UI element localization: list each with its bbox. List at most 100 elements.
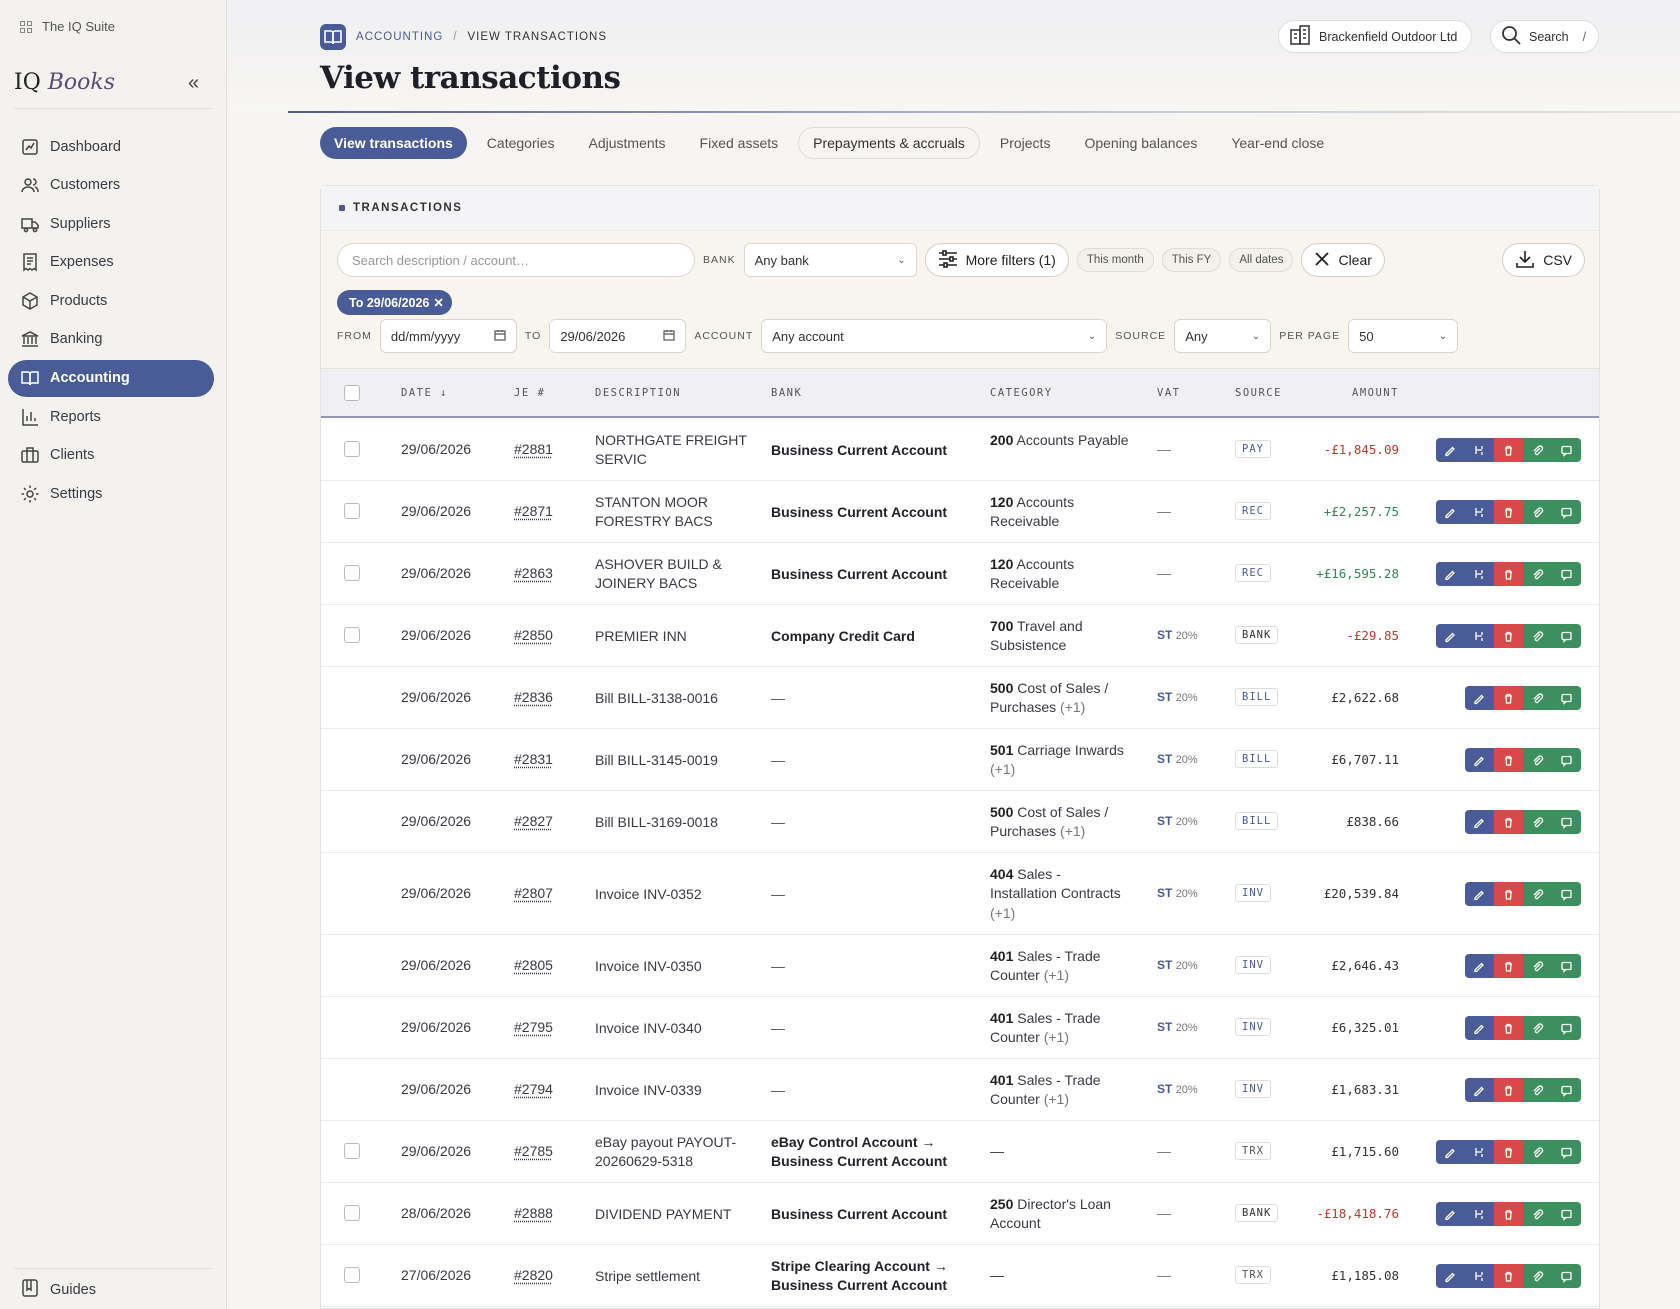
edit-icon[interactable] (1465, 748, 1494, 772)
split-icon[interactable] (1465, 624, 1494, 648)
row-checkbox[interactable] (344, 627, 360, 643)
comment-icon[interactable] (1552, 686, 1581, 710)
row-je-link[interactable]: #2881 (514, 441, 553, 457)
edit-icon[interactable] (1465, 810, 1494, 834)
table-row[interactable]: 29/06/2026 #2871 STANTON MOOR FORESTRY BAC… (321, 481, 1599, 543)
tab-year-end-close[interactable]: Year-end close (1217, 127, 1338, 159)
table-row[interactable]: 29/06/2026 #2831 Bill BILL-3145-0019 — 501 C… (321, 729, 1599, 791)
table-row[interactable]: 29/06/2026 #2863 ASHOVER BUILD & JOINERY B… (321, 543, 1599, 605)
per-page-select[interactable]: 50 ⌄ (1348, 319, 1459, 353)
sidebar-item-settings[interactable]: Settings (8, 475, 214, 512)
comment-icon[interactable] (1552, 1016, 1581, 1040)
table-row[interactable]: 27/06/2026 #2820 Stripe settlement Stripe C… (321, 1245, 1599, 1307)
split-icon[interactable] (1465, 1140, 1494, 1164)
sidebar-item-guides[interactable]: Guides (20, 1278, 96, 1302)
clear-filters-button[interactable]: Clear (1301, 243, 1385, 277)
quick-filter-this-month[interactable]: This month (1076, 248, 1154, 272)
attachment-icon[interactable] (1523, 624, 1552, 648)
row-je-link[interactable]: #2785 (514, 1143, 553, 1159)
account-select[interactable]: Any account ⌄ (761, 319, 1108, 353)
company-switcher[interactable]: Brackenfield Outdoor Ltd (1278, 20, 1473, 53)
from-date-input[interactable]: dd/mm/yyyy (379, 319, 517, 353)
attachment-icon[interactable] (1523, 500, 1552, 524)
edit-icon[interactable] (1436, 1140, 1465, 1164)
table-row[interactable]: 29/06/2026 #2807 Invoice INV-0352 — 404 Sale… (321, 853, 1599, 935)
quick-filter-this-fy[interactable]: This FY (1161, 248, 1222, 272)
row-je-link[interactable]: #2794 (514, 1081, 553, 1097)
row-je-link[interactable]: #2871 (514, 503, 553, 519)
attachment-icon[interactable] (1523, 1264, 1552, 1288)
edit-icon[interactable] (1436, 562, 1465, 586)
row-checkbox[interactable] (344, 441, 360, 457)
active-filter-chip[interactable]: To 29/06/2026 ✕ (337, 290, 452, 315)
suite-switcher[interactable]: The IQ Suite (20, 19, 115, 34)
breadcrumb-accounting[interactable]: ACCOUNTING (356, 31, 443, 43)
edit-icon[interactable] (1465, 1078, 1494, 1102)
split-icon[interactable] (1465, 1264, 1494, 1288)
table-row[interactable]: 29/06/2026 #2805 Invoice INV-0350 — 401 Sale… (321, 935, 1599, 997)
attachment-icon[interactable] (1523, 1016, 1552, 1040)
row-checkbox[interactable] (344, 503, 360, 519)
table-row[interactable]: 29/06/2026 #2836 Bill BILL-3138-0016 — 500 C… (321, 667, 1599, 729)
delete-icon[interactable] (1494, 1140, 1523, 1164)
source-select[interactable]: Any ⌄ (1174, 319, 1272, 353)
comment-icon[interactable] (1552, 1202, 1581, 1226)
comment-icon[interactable] (1552, 562, 1581, 586)
comment-icon[interactable] (1552, 882, 1581, 906)
delete-icon[interactable] (1494, 562, 1523, 586)
select-all-checkbox[interactable] (344, 385, 360, 401)
table-row[interactable]: 29/06/2026 #2785 eBay payout PAYOUT-202606… (321, 1121, 1599, 1183)
to-date-input[interactable]: 29/06/2026 (549, 319, 687, 353)
search-input[interactable]: Search description / account… (337, 243, 695, 277)
delete-icon[interactable] (1494, 686, 1523, 710)
comment-icon[interactable] (1552, 1078, 1581, 1102)
edit-icon[interactable] (1465, 686, 1494, 710)
edit-icon[interactable] (1465, 1016, 1494, 1040)
row-je-link[interactable]: #2820 (514, 1267, 553, 1283)
sidebar-item-customers[interactable]: Customers (8, 167, 214, 204)
row-checkbox[interactable] (344, 565, 360, 581)
sidebar-item-suppliers[interactable]: Suppliers (8, 205, 214, 242)
row-checkbox[interactable] (344, 1143, 360, 1159)
split-icon[interactable] (1465, 562, 1494, 586)
sidebar-item-banking[interactable]: Banking (8, 321, 214, 358)
tab-opening-balances[interactable]: Opening balances (1070, 127, 1211, 159)
comment-icon[interactable] (1552, 810, 1581, 834)
attachment-icon[interactable] (1523, 748, 1552, 772)
table-row[interactable]: 29/06/2026 #2881 NORTHGATE FREIGHT SERVIC B… (321, 419, 1599, 481)
csv-export-button[interactable]: CSV (1502, 243, 1585, 277)
row-je-link[interactable]: #2850 (514, 627, 553, 643)
sidebar-item-products[interactable]: Products (8, 282, 214, 319)
row-checkbox[interactable] (344, 1205, 360, 1221)
edit-icon[interactable] (1436, 1264, 1465, 1288)
row-je-link[interactable]: #2831 (514, 751, 553, 767)
delete-icon[interactable] (1494, 500, 1523, 524)
tab-adjustments[interactable]: Adjustments (575, 127, 680, 159)
collapse-sidebar-icon[interactable]: « (188, 72, 199, 95)
attachment-icon[interactable] (1523, 438, 1552, 462)
comment-icon[interactable] (1552, 438, 1581, 462)
delete-icon[interactable] (1494, 1016, 1523, 1040)
comment-icon[interactable] (1552, 1140, 1581, 1164)
more-filters-button[interactable]: More filters (1) (924, 243, 1069, 277)
attachment-icon[interactable] (1523, 1140, 1552, 1164)
tab-categories[interactable]: Categories (473, 127, 569, 159)
table-row[interactable]: 29/06/2026 #2794 Invoice INV-0339 — 401 Sale… (321, 1059, 1599, 1121)
row-je-link[interactable]: #2827 (514, 813, 553, 829)
tab-prepayments-accruals[interactable]: Prepayments & accruals (798, 127, 980, 159)
comment-icon[interactable] (1552, 954, 1581, 978)
delete-icon[interactable] (1494, 954, 1523, 978)
quick-filter-all-dates[interactable]: All dates (1229, 248, 1294, 272)
row-je-link[interactable]: #2888 (514, 1205, 553, 1221)
attachment-icon[interactable] (1523, 882, 1552, 906)
row-je-link[interactable]: #2807 (514, 885, 553, 901)
attachment-icon[interactable] (1523, 954, 1552, 978)
delete-icon[interactable] (1494, 1264, 1523, 1288)
sidebar-item-expenses[interactable]: Expenses (8, 244, 214, 281)
delete-icon[interactable] (1494, 748, 1523, 772)
split-icon[interactable] (1465, 438, 1494, 462)
edit-icon[interactable] (1436, 500, 1465, 524)
attachment-icon[interactable] (1523, 1202, 1552, 1226)
table-row[interactable]: 29/06/2026 #2850 PREMIER INN Company Credit… (321, 605, 1599, 667)
col-date[interactable]: DATE ↓ (401, 387, 448, 399)
